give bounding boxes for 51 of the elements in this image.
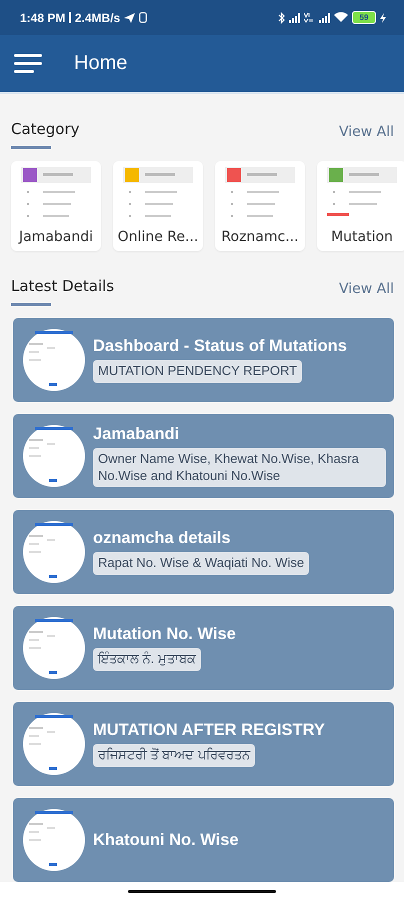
card-title: Dashboard - Status of Mutations (93, 337, 347, 356)
battery-level: 59 (360, 14, 368, 22)
screen-thumbnail (23, 617, 85, 679)
vowifi-icon (304, 12, 315, 23)
screen-thumbnail (23, 713, 85, 775)
network-speed: 2.4MB/s (74, 10, 120, 24)
home-indicator[interactable] (128, 890, 276, 892)
card-tag: Rapat No. Wise & Waqiati No. Wise (93, 552, 310, 575)
screen-thumbnail (23, 329, 85, 391)
detail-card[interactable]: Mutation No. Wise ਇੰਤਕਾਲ ਨੰ. ਮੁਤਾਬਕ (13, 606, 394, 690)
category-card[interactable]: Mutation (317, 161, 404, 251)
wifi-icon (334, 12, 348, 23)
view-all-link[interactable]: View All (338, 124, 394, 140)
section-underline (11, 303, 51, 306)
detail-card[interactable]: oznamcha details Rapat No. Wise & Waqiati No. Wise (13, 510, 394, 594)
category-card[interactable]: Roznamc... (215, 161, 305, 251)
sim-icon (139, 12, 148, 23)
send-icon (124, 12, 136, 22)
card-tag: MUTATION PENDENCY REPORT (93, 360, 302, 383)
category-card[interactable]: Jamabandi (11, 161, 101, 251)
card-tag: ਰਜਿਸਟਰੀ ਤੋਂ ਬਾਅਦ ਪਰਿਵਰਤਨ (93, 744, 255, 767)
detail-card[interactable]: MUTATION AFTER REGISTRY ਰਜਿਸਟਰੀ ਤੋਂ ਬਾਅਦ ਪਰਿਵਰਤਨ (13, 702, 394, 786)
bluetooth-icon (278, 12, 285, 24)
card-title: MUTATION AFTER REGISTRY (93, 721, 325, 740)
card-title: Jamabandi (93, 424, 180, 444)
card-tag: ਇੰਤਕਾਲ ਨੰ. ਮੁਤਾਬਕ (93, 648, 201, 671)
section-title: Category (11, 120, 80, 138)
charging-icon (380, 12, 386, 22)
section-title: Latest Details (11, 277, 114, 295)
card-title: oznamcha details (93, 529, 231, 548)
status-divider (69, 12, 71, 23)
category-label: Jamabandi (18, 229, 94, 245)
menu-icon (14, 54, 42, 74)
category-card[interactable]: Online Re... (113, 161, 203, 251)
status-time: 1:48 PM (20, 10, 66, 24)
signal-icon (319, 12, 330, 22)
category-label: Online Re... (118, 229, 198, 245)
screen-thumbnail (23, 809, 85, 871)
detail-card[interactable]: Jamabandi Owner Name Wise, Khewat No.Wise, Khasra No.Wise and Khatouni No.Wise (13, 414, 394, 498)
section-underline (11, 146, 51, 149)
card-title: Mutation No. Wise (93, 625, 236, 644)
card-title: Khatouni No. Wise (93, 830, 239, 850)
screen-thumbnail (23, 521, 85, 583)
signal-icon (289, 12, 300, 22)
page-title: Home (74, 52, 128, 75)
view-all-link[interactable]: View All (338, 281, 394, 297)
category-label: Mutation (331, 229, 393, 245)
screen-thumbnail (23, 425, 85, 487)
category-label: Roznamc... (221, 229, 299, 245)
detail-card[interactable]: Dashboard - Status of Mutations MUTATION PENDENCY REPORT (13, 318, 394, 402)
card-tag: Owner Name Wise, Khewat No.Wise, Khasra No.Wise and Khatouni No.Wise (93, 448, 386, 488)
